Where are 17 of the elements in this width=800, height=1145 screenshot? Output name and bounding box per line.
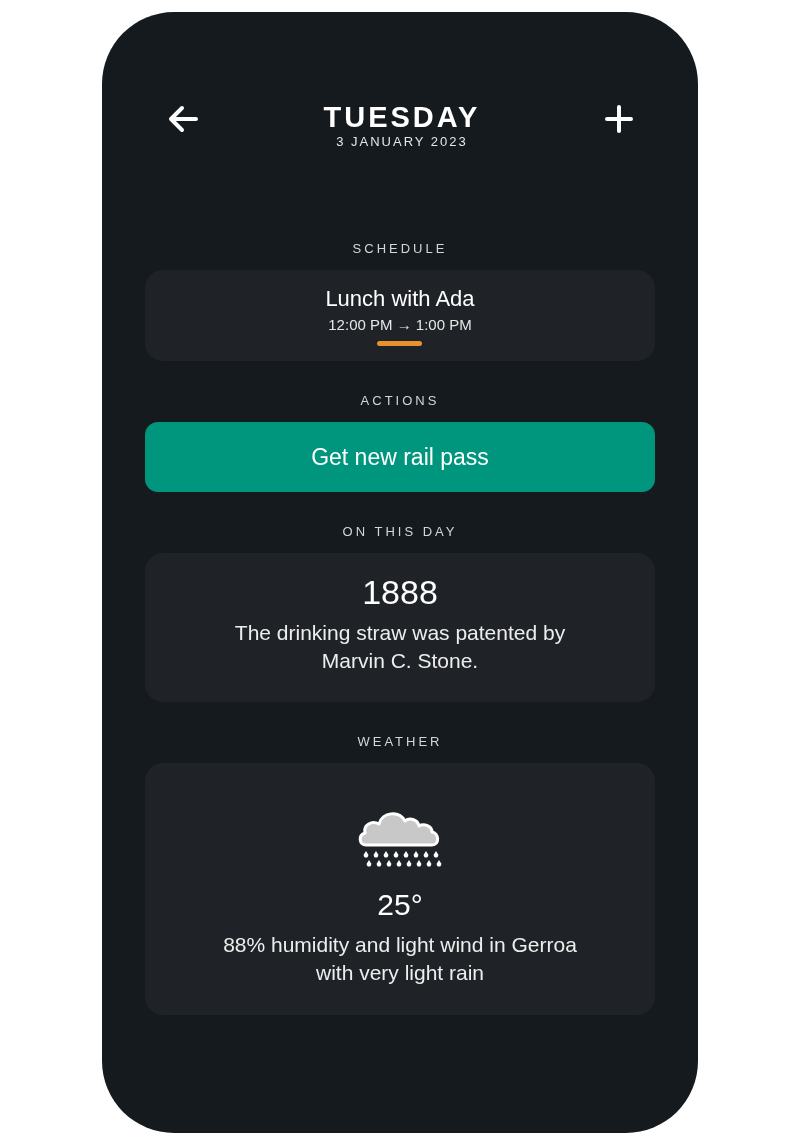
back-button[interactable] — [167, 105, 199, 133]
plus-icon — [605, 105, 633, 133]
event-time: 12:00 PM → 1:00 PM — [328, 315, 472, 335]
temperature: 25° — [377, 887, 423, 923]
section-heading: SCHEDULE — [352, 241, 448, 257]
action-button[interactable]: Get new rail pass — [145, 422, 655, 492]
arrow-left-icon — [167, 105, 199, 133]
history-year: 1888 — [362, 572, 438, 613]
section-heading: ON THIS DAY — [342, 524, 458, 540]
add-button[interactable] — [605, 105, 633, 133]
weather-summary: 88% humidity and light wind in Gerroa with very light rain — [222, 932, 578, 986]
section-heading: WEATHER — [357, 734, 443, 750]
history-text: The drinking straw was patented by Marvin C. Stone. — [233, 620, 567, 674]
section-heading: ACTIONS — [360, 393, 440, 409]
event-title: Lunch with Ada — [325, 285, 475, 313]
date-subtitle: 3 JANUARY 2023 — [336, 134, 468, 150]
day-title: TUESDAY — [323, 100, 481, 134]
